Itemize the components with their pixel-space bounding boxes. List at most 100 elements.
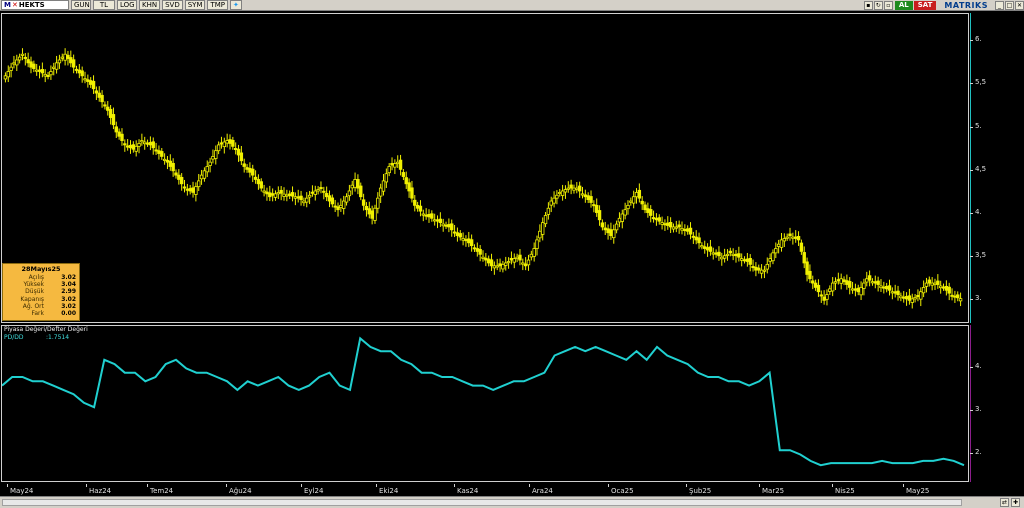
- candle: [194, 182, 198, 202]
- candle: [228, 134, 232, 150]
- candle: [46, 71, 50, 80]
- candle: [154, 142, 158, 155]
- candle: [17, 53, 22, 64]
- candle: [307, 190, 312, 205]
- currency-button[interactable]: TL: [93, 0, 115, 10]
- pd-chart-svg: [2, 336, 965, 467]
- candle: [339, 198, 343, 212]
- candle: [569, 179, 573, 195]
- sym-button[interactable]: SYM: [184, 0, 206, 10]
- template-button[interactable]: TMP: [207, 0, 229, 10]
- info-row-diff: Fark 0.00: [31, 310, 76, 318]
- pd-chart-pane[interactable]: [1, 325, 969, 482]
- x-axis: May24 Haz24 Tem24 Ağu24 Eyl24 Eki24 Kas24 Ara24…: [0, 484, 970, 496]
- candle: [20, 48, 25, 61]
- price-y-tick: 6.: [970, 35, 982, 44]
- candle: [586, 192, 590, 204]
- candle: [49, 65, 53, 80]
- candle: [123, 139, 127, 152]
- candle: [438, 212, 443, 227]
- candle: [654, 213, 659, 226]
- price-chart-pane[interactable]: [1, 13, 969, 323]
- candle: [208, 157, 212, 173]
- candle: [657, 214, 661, 225]
- candle: [15, 54, 19, 71]
- scroll-thumb[interactable]: [2, 499, 962, 506]
- candle: [9, 62, 13, 78]
- candle: [859, 281, 863, 301]
- candle: [660, 216, 664, 230]
- khn-button[interactable]: KHN: [139, 0, 161, 10]
- svd-button[interactable]: SVD: [162, 0, 183, 10]
- candle: [293, 192, 298, 206]
- candle: [774, 242, 778, 259]
- candle: [478, 245, 482, 262]
- candle: [302, 197, 306, 207]
- candle: [444, 221, 448, 229]
- candle: [137, 139, 141, 154]
- pd-series-line: [2, 336, 965, 467]
- x-tick-label: Şub25: [685, 484, 712, 495]
- candle: [168, 154, 172, 171]
- candle: [560, 184, 565, 201]
- candle: [526, 254, 531, 271]
- log-button[interactable]: LOG: [117, 0, 137, 10]
- candle: [114, 121, 118, 138]
- candle: [350, 180, 354, 195]
- candle: [876, 276, 880, 292]
- candle: [850, 281, 855, 294]
- candle: [160, 148, 164, 160]
- maximize-icon[interactable]: □: [1005, 1, 1014, 10]
- link-icon[interactable]: ⇄: [1000, 498, 1009, 507]
- candle: [549, 196, 553, 213]
- candle: [202, 167, 207, 182]
- candle: [322, 186, 326, 200]
- symbol-text: HEKTS: [18, 1, 45, 9]
- buy-button[interactable]: AL: [894, 1, 913, 10]
- candle: [941, 283, 946, 291]
- candle: [66, 50, 70, 66]
- candle: [717, 246, 721, 261]
- pd-y-tick: 4.: [970, 362, 982, 371]
- candle: [353, 172, 357, 192]
- close-symbol-icon[interactable]: ✕: [12, 1, 18, 9]
- crosshair-icon[interactable]: ✚: [1011, 498, 1020, 507]
- price-y-axis[interactable]: 6. 5,5 5. 4,5 4. 3,5 3.: [969, 13, 1024, 323]
- twitter-icon[interactable]: ✦: [230, 0, 242, 10]
- sell-button[interactable]: SAT: [913, 1, 937, 10]
- candle: [714, 249, 718, 258]
- candle: [398, 154, 403, 176]
- candle: [253, 170, 258, 184]
- lock-icon[interactable]: ▪: [863, 1, 873, 10]
- candle: [845, 274, 849, 290]
- symbol-field[interactable]: M ✕ HEKTS: [1, 0, 69, 10]
- candle: [631, 190, 636, 209]
- close-icon[interactable]: ✕: [1015, 1, 1024, 10]
- candle: [134, 140, 138, 157]
- candle: [720, 252, 724, 266]
- candle: [310, 185, 315, 197]
- candle: [282, 187, 286, 201]
- candle: [813, 279, 818, 291]
- chat-icon[interactable]: ▫: [883, 1, 893, 10]
- candle: [882, 281, 886, 294]
- candle: [197, 173, 201, 191]
- candle: [518, 249, 522, 266]
- minimize-icon[interactable]: _: [995, 1, 1004, 10]
- bottom-scrollbar[interactable]: ⇄ ✚: [0, 496, 1024, 508]
- candle: [225, 133, 229, 148]
- candle: [106, 101, 110, 116]
- refresh-icon[interactable]: ↻: [873, 1, 883, 10]
- period-button[interactable]: GUN: [71, 0, 91, 10]
- candle: [404, 171, 408, 189]
- candle: [907, 288, 912, 305]
- candle: [751, 259, 755, 272]
- pd-y-axis[interactable]: 4. 3. 2.: [969, 325, 1024, 482]
- candle: [120, 128, 124, 146]
- candle: [788, 227, 792, 241]
- candle: [572, 184, 576, 194]
- x-tick-label: Mar25: [758, 484, 785, 495]
- candle: [950, 288, 954, 301]
- candle: [890, 287, 895, 300]
- candle: [748, 254, 752, 272]
